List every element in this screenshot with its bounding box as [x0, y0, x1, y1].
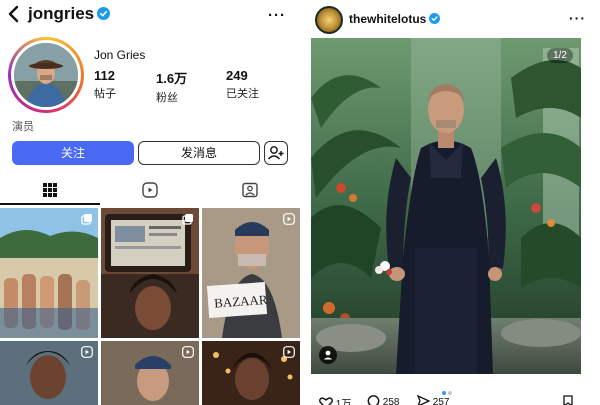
post-grid: BAZAAR [0, 208, 300, 405]
tab-reels[interactable] [100, 175, 200, 205]
carousel-counter: 1/2 [547, 48, 573, 63]
tag-person-icon[interactable] [319, 346, 337, 364]
profile-header: jongries ··· [0, 0, 300, 28]
post-image[interactable]: 1/2 [311, 38, 581, 374]
carousel-icon [81, 214, 92, 225]
share-button[interactable]: 257 [416, 394, 450, 405]
grid-post-video-call[interactable] [101, 208, 199, 338]
tagged-icon [242, 182, 258, 198]
stat-posts-label: 帖子 [94, 88, 116, 100]
profile-username-text: jongries [28, 4, 95, 23]
reel-icon [182, 346, 194, 358]
post-author-username: thewhitelotus [349, 12, 427, 26]
grid-post-portrait-cap[interactable] [101, 341, 199, 405]
suggest-button[interactable] [264, 141, 288, 165]
stat-posts-value: 112 [94, 68, 115, 83]
post-panel: thewhitelotus ··· 1/2 1万 258 257 [307, 0, 600, 405]
grid-post-bazaar[interactable]: BAZAAR [202, 208, 300, 338]
profile-panel: jongries ··· Jon Gries 112 帖子 1.6万 粉丝 24… [0, 0, 300, 405]
stat-followers-label: 粉丝 [156, 92, 178, 104]
share-count: 257 [432, 397, 450, 405]
back-chevron-icon[interactable] [6, 5, 22, 23]
add-person-icon [267, 146, 284, 160]
stat-following-value: 249 [226, 68, 248, 83]
grid-post-portrait-woman[interactable] [0, 341, 98, 405]
profile-tabs [0, 175, 300, 205]
jungle-portrait-photo [311, 38, 581, 374]
comment-icon [367, 395, 380, 405]
reel-icon [81, 346, 93, 358]
story-ring[interactable] [8, 37, 84, 113]
avatar-photo [14, 43, 78, 107]
comment-count: 258 [382, 397, 400, 405]
like-count: 1万 [335, 399, 352, 405]
send-icon [416, 394, 431, 405]
stat-followers-value: 1.6万 [156, 71, 188, 86]
verified-badge-icon [429, 13, 441, 24]
carousel-dots [307, 382, 587, 395]
grid-icon [43, 183, 57, 197]
beach-group-photo [0, 208, 98, 338]
post-author-avatar[interactable] [315, 6, 343, 34]
save-button[interactable] [563, 395, 573, 405]
profile-full-name: Jon Gries [94, 48, 146, 62]
profile-bio: 演员 [12, 121, 34, 133]
heart-icon [319, 397, 333, 405]
message-button[interactable]: 发消息 [138, 141, 260, 165]
like-button[interactable]: 1万 [319, 395, 351, 405]
grid-post-portrait-lights[interactable] [202, 341, 300, 405]
bookmark-icon [563, 395, 573, 405]
carousel-icon [182, 214, 193, 225]
stat-posts[interactable]: 112 帖子 [94, 68, 116, 101]
reel-icon [283, 213, 295, 225]
avatar [14, 43, 78, 107]
stat-following[interactable]: 249 已关注 [226, 68, 259, 101]
post-author[interactable]: thewhitelotus [349, 12, 441, 26]
reel-icon [283, 346, 295, 358]
post-more-options-icon[interactable]: ··· [569, 10, 586, 26]
stat-following-label: 已关注 [226, 88, 259, 100]
verified-badge-icon [97, 7, 111, 20]
comment-button[interactable]: 258 [367, 395, 399, 405]
follow-button[interactable]: 关注 [12, 141, 134, 165]
video-call-photo [101, 208, 199, 338]
tab-posts[interactable] [0, 175, 100, 205]
more-options-icon[interactable]: ··· [268, 7, 286, 24]
bazaar-card-photo: BAZAAR [202, 208, 300, 338]
tab-active-indicator [0, 203, 100, 205]
stat-followers[interactable]: 1.6万 粉丝 [156, 68, 187, 105]
post-actions: 1万 258 257 [315, 394, 595, 405]
tab-tagged[interactable] [200, 175, 300, 205]
profile-username: jongries [28, 4, 111, 24]
reels-icon [142, 182, 158, 198]
grid-post-beach[interactable] [0, 208, 98, 338]
